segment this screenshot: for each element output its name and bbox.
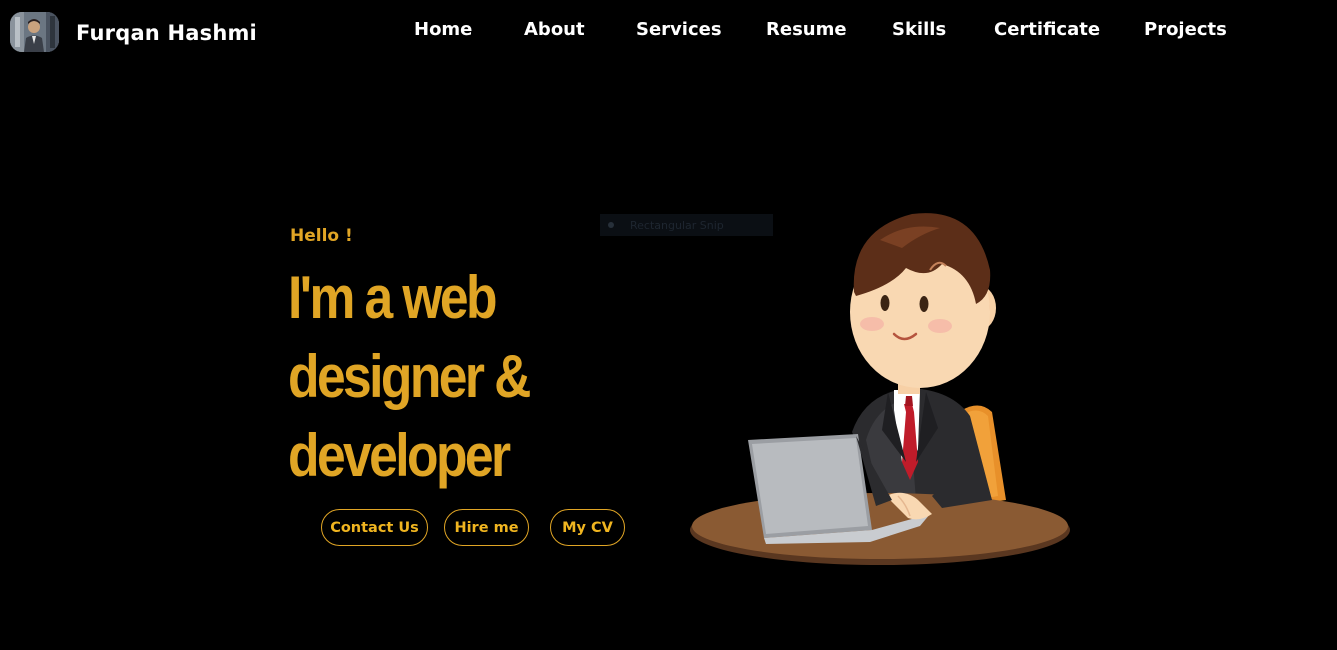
developer-at-laptop-illustration [680,200,1080,575]
nav-services[interactable]: Services [636,19,722,40]
headline-line-3: developer [288,422,511,489]
hero-greeting: Hello ! [290,226,353,246]
my-cv-button[interactable]: My CV [550,509,625,546]
hero-headline: I'm a web designer & developer [288,258,555,495]
nav-home[interactable]: Home [414,19,472,40]
nav-resume[interactable]: Resume [766,19,847,40]
hire-me-button[interactable]: Hire me [444,509,529,546]
snip-dot-icon [608,222,614,228]
contact-us-button[interactable]: Contact Us [321,509,428,546]
site-header: Furqan Hashmi Home About Services Resume… [0,0,1337,64]
nav-projects[interactable]: Projects [1144,19,1227,40]
nav-about[interactable]: About [524,19,585,40]
nav-certificate[interactable]: Certificate [994,19,1100,40]
nav-skills[interactable]: Skills [892,19,946,40]
headline-line-2: designer & [288,343,531,410]
headline-line-1: I'm a web [288,264,498,331]
main-nav: Home About Services Resume Skills Certif… [0,19,1337,43]
